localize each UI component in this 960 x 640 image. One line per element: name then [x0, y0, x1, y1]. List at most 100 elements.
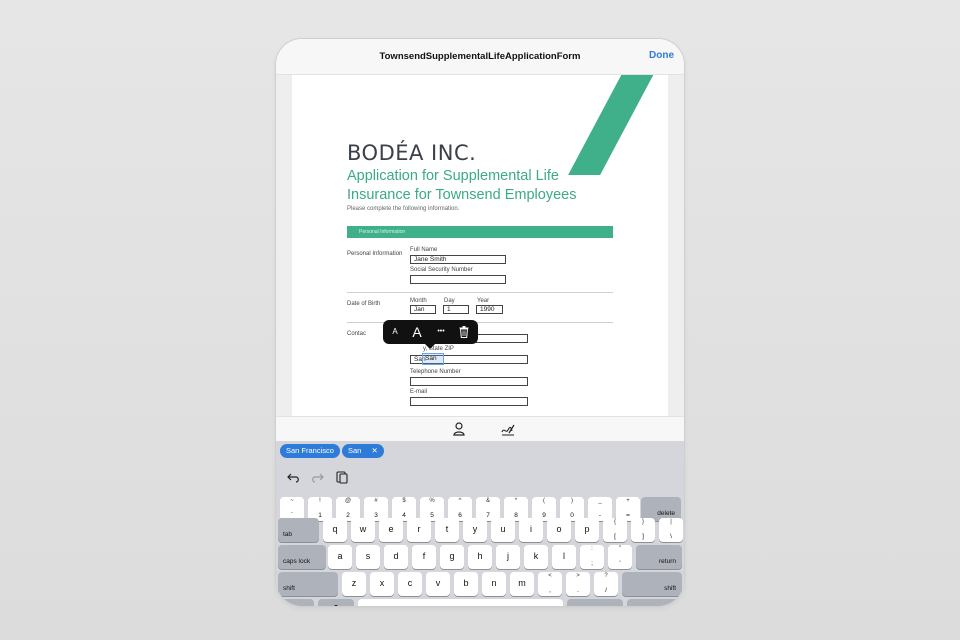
hide-keyboard-key[interactable]: [627, 599, 682, 606]
annotation-toolbar: [276, 416, 684, 441]
key-r[interactable]: r: [407, 518, 431, 542]
key-letter: c: [407, 578, 413, 588]
key-x[interactable]: x: [370, 572, 394, 596]
key-shift-symbol: ": [618, 546, 622, 552]
year-field[interactable]: 1990: [476, 305, 503, 314]
keyboard: San Francisco San ✕ ~ `! 1 @2 #3 $4% 5 ^ 6 & 7 * 8(9…: [276, 441, 684, 606]
key-/[interactable]: ? /: [594, 572, 618, 596]
key-letter: w: [359, 524, 367, 534]
key-label: shift: [283, 585, 295, 592]
key-shift-symbol: %: [429, 498, 435, 504]
key-b[interactable]: b: [454, 572, 478, 596]
undo-icon[interactable]: [287, 470, 301, 484]
key-u[interactable]: u: [491, 518, 515, 542]
key-letter: s: [365, 551, 371, 561]
key-shift-symbol: @: [344, 498, 352, 504]
key-n[interactable]: n: [482, 572, 506, 596]
key-c[interactable]: c: [398, 572, 422, 596]
key-,[interactable]: <,: [538, 572, 562, 596]
caps-lock-key[interactable]: caps lock: [278, 545, 326, 569]
shift-key-left[interactable]: shift: [278, 572, 338, 596]
key-i[interactable]: i: [519, 518, 543, 542]
form-instructions: Please complete the following informatio…: [347, 206, 460, 212]
key-p[interactable]: p: [575, 518, 599, 542]
key-base-symbol: ': [619, 560, 621, 567]
dictation-key[interactable]: [318, 599, 354, 606]
key-letter: h: [477, 551, 483, 561]
tab-key[interactable]: tab: [278, 518, 319, 542]
key-o[interactable]: o: [547, 518, 571, 542]
numbers-key-left[interactable]: .?123: [278, 599, 314, 606]
key-m[interactable]: m: [510, 572, 534, 596]
key-j[interactable]: j: [496, 545, 520, 569]
suggestion-chip-san[interactable]: San ✕: [342, 444, 384, 458]
month-field[interactable]: Jan: [410, 305, 436, 314]
more-options-button[interactable]: •••: [433, 320, 449, 344]
key-y[interactable]: y: [463, 518, 487, 542]
personal-info-label: Personal Information: [347, 251, 403, 257]
shift-key-right[interactable]: shift: [622, 572, 682, 596]
email-field[interactable]: [410, 397, 528, 406]
key-v[interactable]: v: [426, 572, 450, 596]
key-w[interactable]: w: [351, 518, 375, 542]
key-shift-symbol: }: [641, 519, 644, 525]
decorative-stripe: [568, 75, 664, 175]
key-q[interactable]: q: [323, 518, 347, 542]
suggestion-chip-san-francisco[interactable]: San Francisco: [280, 444, 340, 458]
form-heading: Application for Supplemental Life Insura…: [347, 167, 647, 205]
key-letter: y: [472, 524, 478, 534]
key-t[interactable]: t: [435, 518, 459, 542]
key-label: shift: [664, 585, 676, 592]
key-d[interactable]: d: [384, 545, 408, 569]
space-bar[interactable]: [358, 599, 563, 606]
close-icon[interactable]: ✕: [371, 446, 377, 455]
key-e[interactable]: e: [379, 518, 403, 542]
key-][interactable]: }]: [631, 518, 655, 542]
key-'[interactable]: " ': [608, 545, 632, 569]
ssn-field[interactable]: [410, 275, 506, 284]
key-letter: a: [337, 551, 343, 561]
year-label: Year: [477, 298, 490, 304]
key-letter: p: [584, 524, 590, 534]
key-base-symbol: ,: [549, 587, 551, 594]
signature-icon[interactable]: [500, 421, 516, 437]
key-h[interactable]: h: [468, 545, 492, 569]
redo-icon[interactable]: [310, 470, 324, 484]
key-letter: m: [518, 578, 526, 588]
key-;[interactable]: :;: [580, 545, 604, 569]
key-base-symbol: .: [577, 587, 579, 594]
key-s[interactable]: s: [356, 545, 380, 569]
key-.[interactable]: >.: [566, 572, 590, 596]
increase-font-button[interactable]: A: [409, 320, 425, 344]
key-shift-symbol: ): [571, 498, 573, 504]
paste-icon[interactable]: [335, 470, 349, 484]
key-letter: o: [556, 524, 562, 534]
key-a[interactable]: a: [328, 545, 352, 569]
return-key[interactable]: return: [636, 545, 682, 569]
document-view[interactable]: BODÉA INC. Application for Supplemental …: [276, 75, 684, 416]
key-shift-symbol: $: [402, 498, 406, 504]
text-selection[interactable]: San: [422, 353, 444, 365]
full-name-field[interactable]: Jane Smith: [410, 255, 506, 264]
key-l[interactable]: l: [552, 545, 576, 569]
key-letter: k: [533, 551, 539, 561]
key-letter: d: [393, 551, 399, 561]
key-[[interactable]: {[: [603, 518, 627, 542]
key-label: tab: [283, 531, 293, 538]
decrease-font-button[interactable]: A: [389, 320, 401, 344]
key-\[interactable]: | \: [659, 518, 683, 542]
phone-field[interactable]: [410, 377, 528, 386]
key-shift-symbol: ?: [604, 573, 608, 579]
done-button[interactable]: Done: [649, 50, 674, 61]
key-shift-symbol: *: [514, 498, 518, 504]
key-letter: b: [463, 578, 469, 588]
key-z[interactable]: z: [342, 572, 366, 596]
day-field[interactable]: 1: [443, 305, 469, 314]
key-g[interactable]: g: [440, 545, 464, 569]
key-k[interactable]: k: [524, 545, 548, 569]
numbers-key-right[interactable]: .?123: [567, 599, 623, 606]
key-f[interactable]: f: [412, 545, 436, 569]
key-letter: x: [379, 578, 385, 588]
person-icon[interactable]: [451, 421, 467, 437]
trash-icon[interactable]: [457, 320, 471, 344]
